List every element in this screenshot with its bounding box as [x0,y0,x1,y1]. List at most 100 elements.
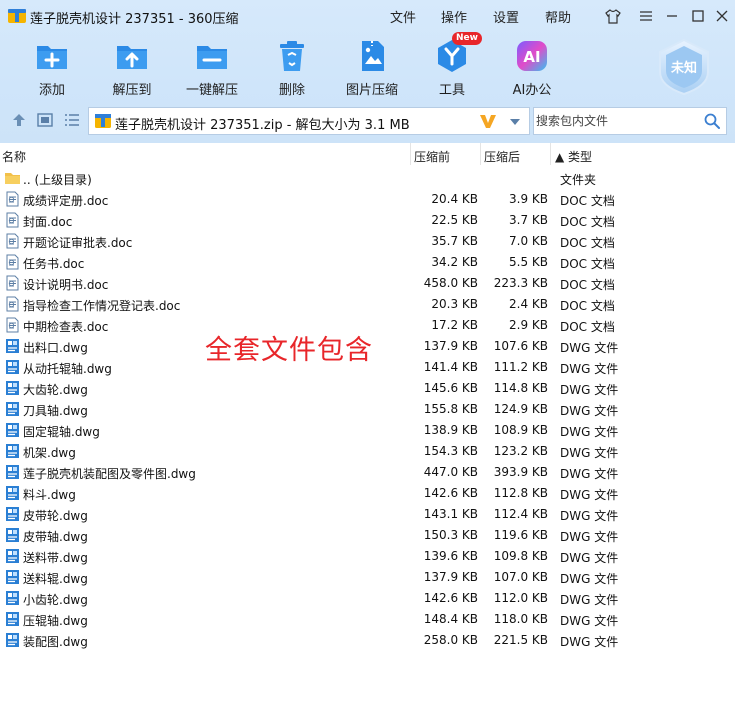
doc-file-icon [6,212,19,228]
file-size: 148.4 KB [423,612,478,626]
file-size: 22.5 KB [431,213,478,227]
menu-operation[interactable]: 操作 [441,7,467,26]
column-type[interactable]: ▲ 类型 [555,148,592,165]
file-list: .. (上级目录) 文件夹 成绩评定册.doc 20.4 KB 3.9 KB DOC 文档… [0,167,735,650]
chevron-down-icon[interactable] [509,118,521,126]
file-row[interactable]: 皮带轮.dwg 143.1 KB 112.4 KB DWG 文件 [0,503,735,524]
skin-shirt-icon[interactable] [603,6,623,26]
ai-office-button[interactable]: AI AI办公 [492,38,572,100]
ai-office-label: AI办公 [512,83,552,98]
overlay-caption: 全套文件包含 [205,335,373,366]
file-size: 17.2 KB [431,318,478,332]
file-type: DWG 文件 [560,383,619,397]
file-type: DWG 文件 [560,446,619,460]
menu-help[interactable]: 帮助 [545,7,571,26]
file-row[interactable]: .. (上级目录) 文件夹 [0,167,735,188]
column-packed[interactable]: 压缩后 [484,148,520,165]
v-logo-icon[interactable] [479,112,497,130]
folder-icon [5,173,20,184]
file-type: DWG 文件 [560,614,619,628]
file-row[interactable]: 封面.doc 22.5 KB 3.7 KB DOC 文档 [0,209,735,230]
search-icon[interactable] [704,113,720,129]
recycle-delete-icon [280,41,304,71]
window-title: 莲子脱壳机设计 237351 - 360压缩 [30,12,239,27]
file-type: DOC 文档 [560,320,615,334]
file-type: DOC 文档 [560,236,615,250]
file-row[interactable]: 莲子脱壳机装配图及零件图.dwg 447.0 KB 393.9 KB DWG 文件 [0,461,735,482]
column-divider[interactable] [550,143,551,165]
column-name[interactable]: 名称 [2,148,26,165]
file-packed-size: 393.9 KB [493,465,548,479]
one-click-extract-button[interactable]: 一键解压 [172,38,252,100]
column-divider[interactable] [410,143,411,165]
search-box[interactable] [533,107,727,135]
file-packed-size: 114.8 KB [493,381,548,395]
close-icon[interactable] [712,6,732,26]
file-row[interactable]: 刀具轴.dwg 155.8 KB 124.9 KB DWG 文件 [0,398,735,419]
file-size: 20.4 KB [431,192,478,206]
new-badge: New [452,32,482,45]
dwg-file-icon [6,570,19,584]
file-row[interactable]: 送料带.dwg 139.6 KB 109.8 KB DWG 文件 [0,545,735,566]
file-row[interactable]: 设计说明书.doc 458.0 KB 223.3 KB DOC 文档 [0,272,735,293]
file-row[interactable]: 指导检查工作情况登记表.doc 20.3 KB 2.4 KB DOC 文档 [0,293,735,314]
file-name: 开题论证审批表.doc [23,236,133,250]
file-size: 154.3 KB [423,444,478,458]
dwg-file-icon [6,423,19,437]
file-name: 任务书.doc [23,257,85,271]
file-size: 447.0 KB [423,465,478,479]
thumbnail-view-icon[interactable] [37,113,53,127]
file-type: DOC 文档 [560,215,615,229]
file-type: DOC 文档 [560,257,615,271]
file-row[interactable]: 压辊轴.dwg 148.4 KB 118.0 KB DWG 文件 [0,608,735,629]
file-packed-size: 108.9 KB [493,423,548,437]
search-input[interactable] [536,111,696,131]
file-row[interactable]: 装配图.dwg 258.0 KB 221.5 KB DWG 文件 [0,629,735,650]
file-row[interactable]: 小齿轮.dwg 142.6 KB 112.0 KB DWG 文件 [0,587,735,608]
menu-settings[interactable]: 设置 [493,7,519,26]
tools-button[interactable]: New 工具 [412,32,492,100]
security-shield-icon[interactable]: 未知 [656,38,712,96]
file-packed-size: 111.2 KB [493,360,548,374]
file-row[interactable]: 开题论证审批表.doc 35.7 KB 7.0 KB DOC 文档 [0,230,735,251]
tools-icon-wrap: New [434,32,482,74]
extract-to-button[interactable]: 解压到 [92,38,172,100]
delete-button[interactable]: 删除 [252,38,332,100]
file-size: 137.9 KB [423,339,478,353]
add-button[interactable]: 添加 [12,38,92,100]
file-name: 出料口.dwg [23,341,88,355]
file-packed-size: 107.0 KB [493,570,548,584]
file-row[interactable]: 大齿轮.dwg 145.6 KB 114.8 KB DWG 文件 [0,377,735,398]
column-headers: 名称 压缩前 压缩后 ▲ 类型 [0,143,735,167]
file-row[interactable]: 成绩评定册.doc 20.4 KB 3.9 KB DOC 文档 [0,188,735,209]
column-size[interactable]: 压缩前 [414,148,450,165]
file-size: 139.6 KB [423,549,478,563]
address-bar[interactable]: 莲子脱壳机设计 237351.zip - 解包大小为 3.1 MB [88,107,530,135]
file-type: DOC 文档 [560,194,615,208]
file-packed-size: 119.6 KB [493,528,548,542]
maximize-icon[interactable] [688,6,708,26]
file-row[interactable]: 固定辊轴.dwg 138.9 KB 108.9 KB DWG 文件 [0,419,735,440]
one-click-extract-icon [197,46,227,69]
file-row[interactable]: 料斗.dwg 142.6 KB 112.8 KB DWG 文件 [0,482,735,503]
up-arrow-icon[interactable] [11,112,27,128]
file-packed-size: 109.8 KB [493,549,548,563]
file-row[interactable]: 机架.dwg 154.3 KB 123.2 KB DWG 文件 [0,440,735,461]
file-packed-size: 123.2 KB [493,444,548,458]
file-type: DOC 文档 [560,278,615,292]
file-row[interactable]: 皮带轴.dwg 150.3 KB 119.6 KB DWG 文件 [0,524,735,545]
extract-to-icon [117,46,147,69]
file-type: 文件夹 [560,173,597,187]
file-name: 大齿轮.dwg [23,383,88,397]
menu-file[interactable]: 文件 [390,7,416,26]
menu-lines-icon[interactable] [636,6,656,26]
list-view-icon[interactable] [64,113,80,127]
file-size: 141.4 KB [423,360,478,374]
image-compress-button[interactable]: 图片压缩 [332,38,412,100]
file-row[interactable]: 任务书.doc 34.2 KB 5.5 KB DOC 文档 [0,251,735,272]
minimize-icon[interactable] [662,6,682,26]
column-divider[interactable] [480,143,481,165]
file-row[interactable]: 送料辊.dwg 137.9 KB 107.0 KB DWG 文件 [0,566,735,587]
file-packed-size: 118.0 KB [493,612,548,626]
ai-office-icon: AI [517,41,547,71]
